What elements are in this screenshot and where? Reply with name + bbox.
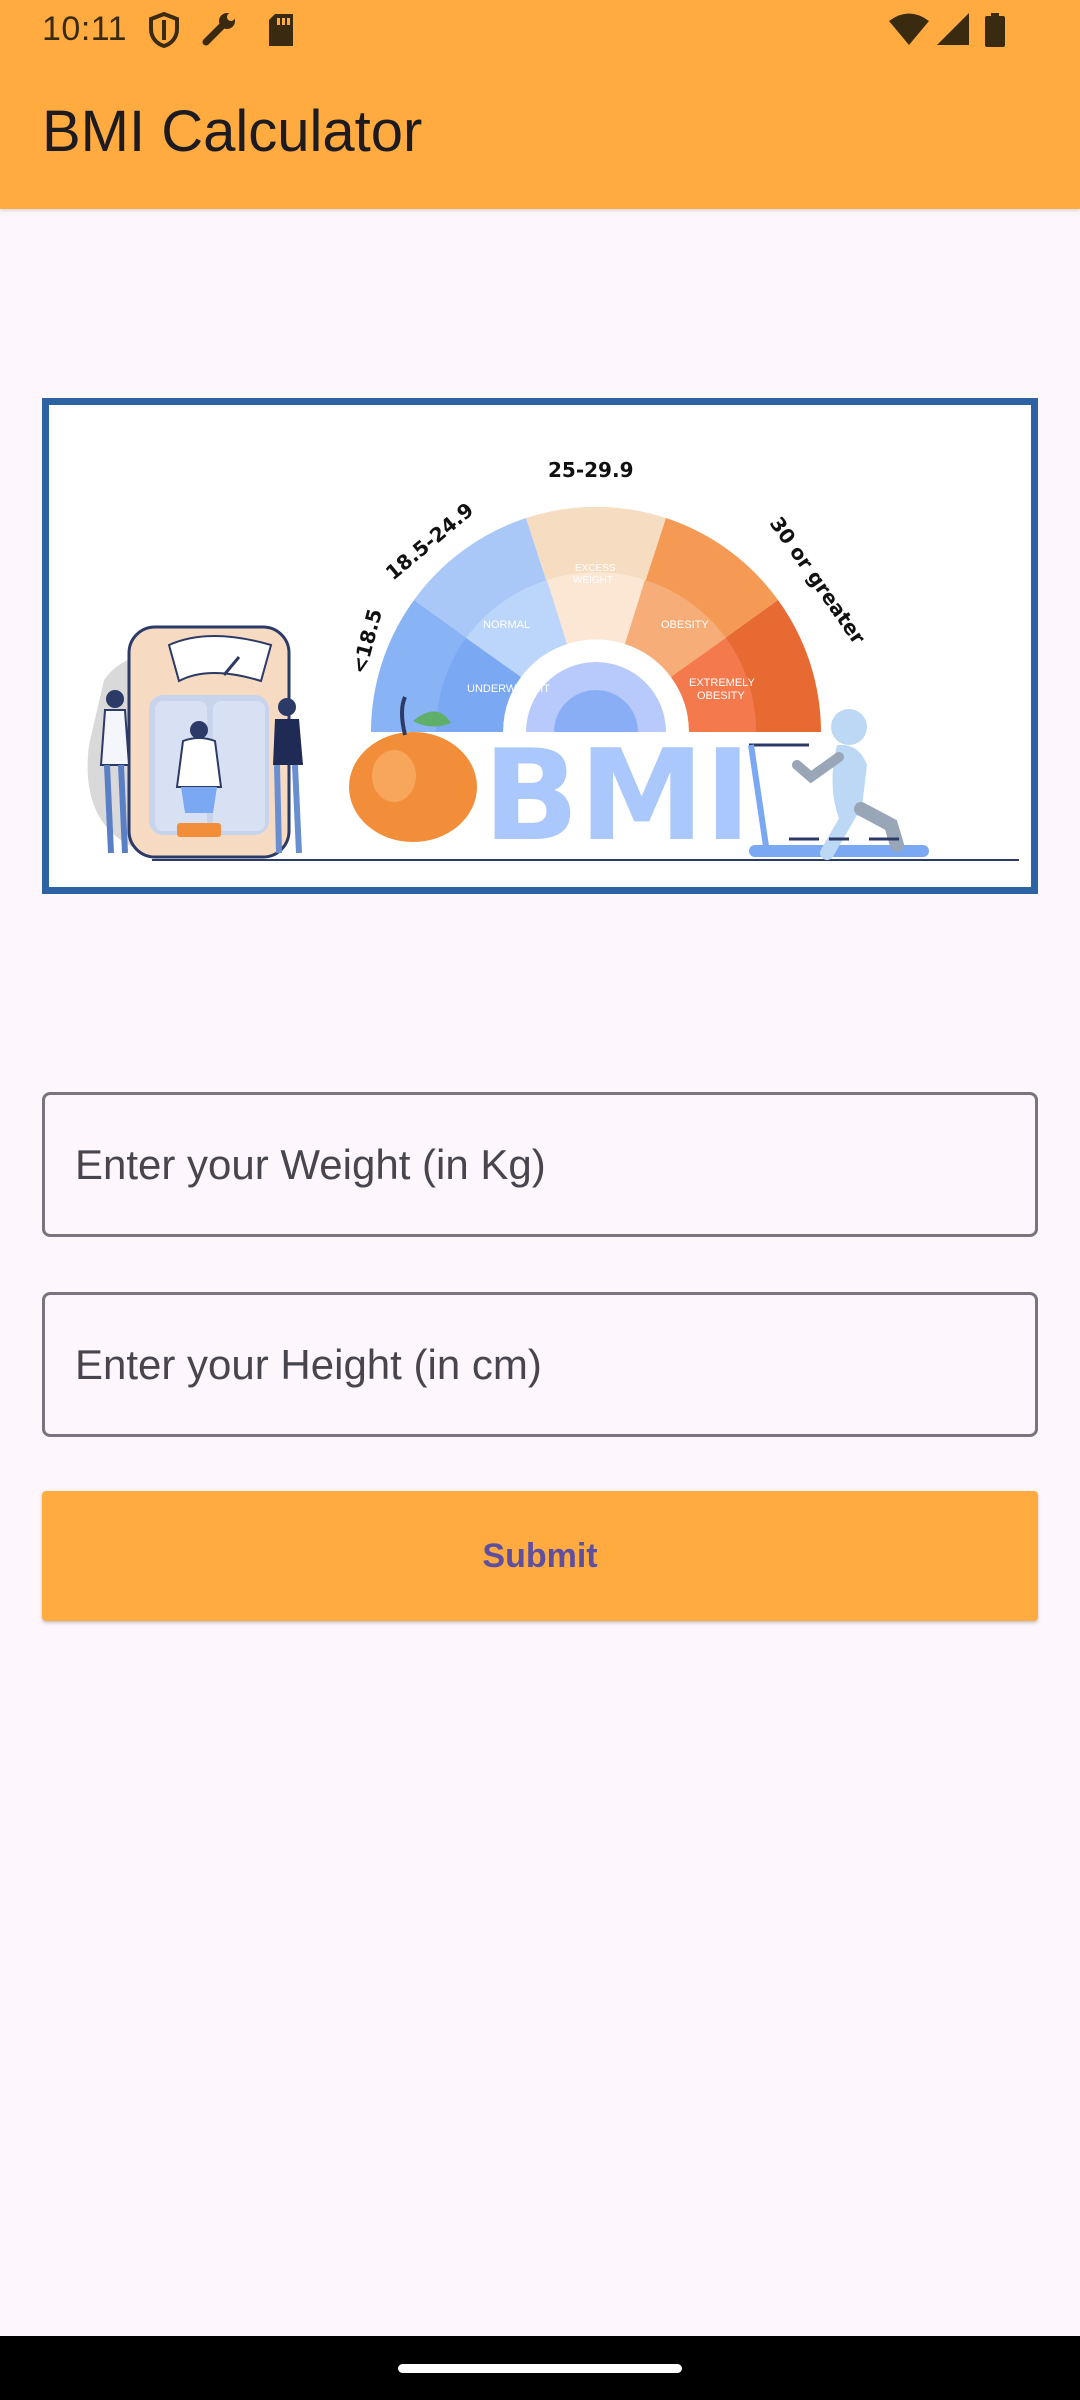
app-bar: 10:11 BMI Calculator bbox=[0, 0, 1080, 209]
status-time: 10:11 bbox=[42, 10, 128, 48]
app-title: BMI Calculator bbox=[42, 99, 423, 164]
segment-extreme-2: OBESITY bbox=[697, 690, 745, 702]
cell-signal-icon bbox=[936, 12, 970, 55]
range-excess: 25-29.9 bbox=[548, 458, 633, 482]
segment-excess-1: EXCESS bbox=[575, 563, 616, 574]
bmi-banner-image: UNDERWEIGHT NORMAL EXCESS WEIGHT OBESITY… bbox=[42, 398, 1038, 894]
status-bar: 10:11 bbox=[0, 0, 1080, 62]
weight-field[interactable] bbox=[42, 1092, 1038, 1237]
shield-icon bbox=[148, 11, 180, 57]
segment-obesity: OBESITY bbox=[661, 619, 709, 631]
height-input[interactable] bbox=[45, 1295, 1035, 1434]
height-field[interactable] bbox=[42, 1292, 1038, 1437]
weight-input[interactable] bbox=[45, 1095, 1035, 1234]
segment-normal: NORMAL bbox=[483, 619, 530, 631]
wrench-icon bbox=[200, 12, 240, 57]
submit-button[interactable]: Submit bbox=[42, 1491, 1038, 1621]
segment-excess-2: WEIGHT bbox=[573, 575, 613, 586]
range-underweight: <18.5 bbox=[347, 606, 387, 676]
submit-label: Submit bbox=[482, 1536, 598, 1575]
bmi-illustration: UNDERWEIGHT NORMAL EXCESS WEIGHT OBESITY… bbox=[87, 458, 1019, 869]
battery-icon bbox=[984, 12, 1006, 57]
segment-underweight: UNDERWEIGHT bbox=[467, 683, 550, 695]
segment-extreme-1: EXTREMELY bbox=[689, 677, 755, 689]
bmi-logo-text: BMI bbox=[483, 722, 751, 869]
home-gesture-handle[interactable] bbox=[398, 2364, 682, 2373]
wifi-icon bbox=[888, 12, 930, 55]
scale-illustration-icon bbox=[87, 625, 303, 859]
sd-card-icon bbox=[266, 12, 296, 57]
